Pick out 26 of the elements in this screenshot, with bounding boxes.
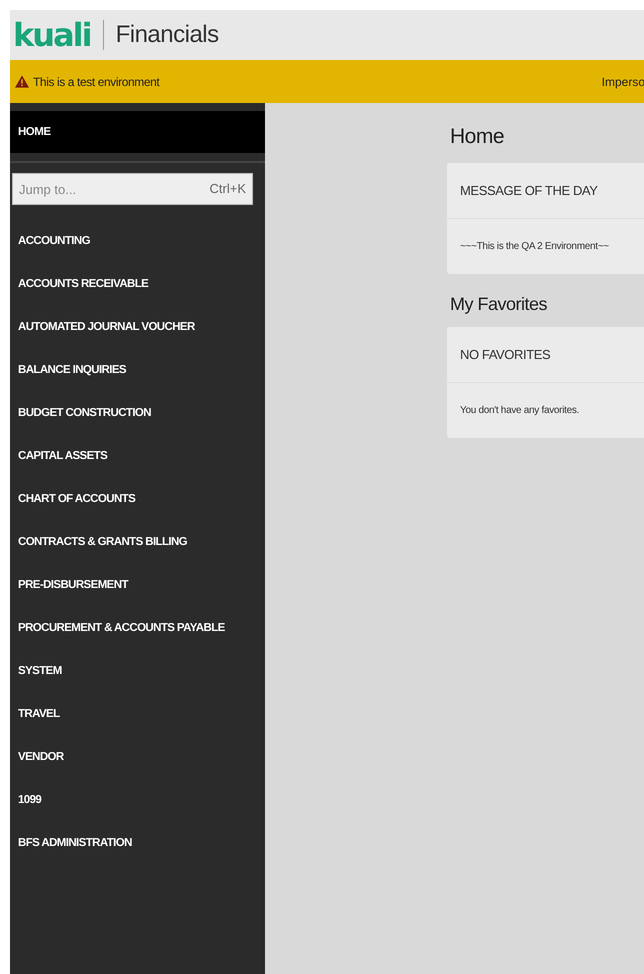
sidebar-item[interactable]: SYSTEM bbox=[10, 649, 265, 692]
sidebar-item[interactable]: ACCOUNTING bbox=[10, 219, 265, 262]
page-title: Home bbox=[450, 125, 506, 149]
card-text: You don't have any favorites. bbox=[459, 404, 580, 418]
sidebar-item[interactable]: ACCOUNTS RECEIVABLE bbox=[10, 262, 265, 305]
sidebar-item[interactable]: PRE-DISBURSEMENT bbox=[10, 563, 265, 606]
banner-message: This is a test environment bbox=[33, 74, 160, 88]
card-title: NO FAVORITES bbox=[447, 327, 644, 383]
shortcut-hint: Ctrl+K bbox=[210, 181, 246, 196]
card-title: MESSAGE OF THE DAY bbox=[447, 163, 644, 219]
sidebar-item[interactable]: CHART OF ACCOUNTS bbox=[10, 477, 265, 520]
sidebar-item[interactable]: TRAVEL bbox=[10, 692, 265, 735]
section-heading: My Favorites bbox=[450, 294, 548, 315]
sidebar-item[interactable]: 1099 bbox=[10, 778, 265, 821]
sidebar-item[interactable]: CONTRACTS & GRANTS BILLING bbox=[10, 520, 265, 563]
sidebar-item[interactable]: VENDOR bbox=[10, 735, 265, 778]
sidebar-item[interactable]: BUDGET CONSTRUCTION bbox=[10, 391, 265, 434]
sidebar-item[interactable]: AUTOMATED JOURNAL VOUCHER bbox=[10, 305, 265, 348]
sidebar-item[interactable]: PROCUREMENT & ACCOUNTS PAYABLE bbox=[10, 606, 265, 649]
card-text: ~~~This is the QA 2 Environment~~ bbox=[459, 240, 610, 254]
app-name: Financials bbox=[116, 21, 219, 49]
sidebar-item[interactable]: BALANCE INQUIRIES bbox=[10, 348, 265, 391]
sidebar-item[interactable]: CAPITAL ASSETS bbox=[10, 434, 265, 477]
sidebar-item[interactable]: HOME bbox=[10, 111, 265, 153]
sidebar-item[interactable]: BFS ADMINISTRATION bbox=[10, 821, 265, 864]
warning-icon bbox=[15, 75, 29, 88]
